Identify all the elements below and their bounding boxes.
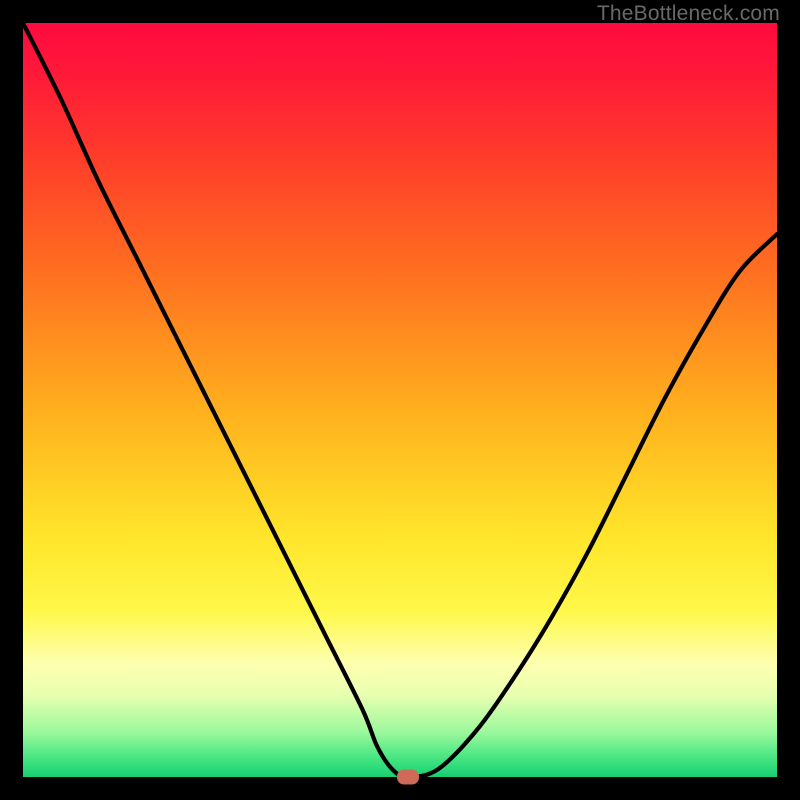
minimum-marker — [397, 770, 419, 785]
bottleneck-curve — [23, 23, 777, 777]
watermark-text: TheBottleneck.com — [597, 2, 780, 26]
chart-frame: TheBottleneck.com — [0, 0, 800, 800]
curve-path — [23, 23, 777, 777]
plot-area — [23, 23, 777, 777]
